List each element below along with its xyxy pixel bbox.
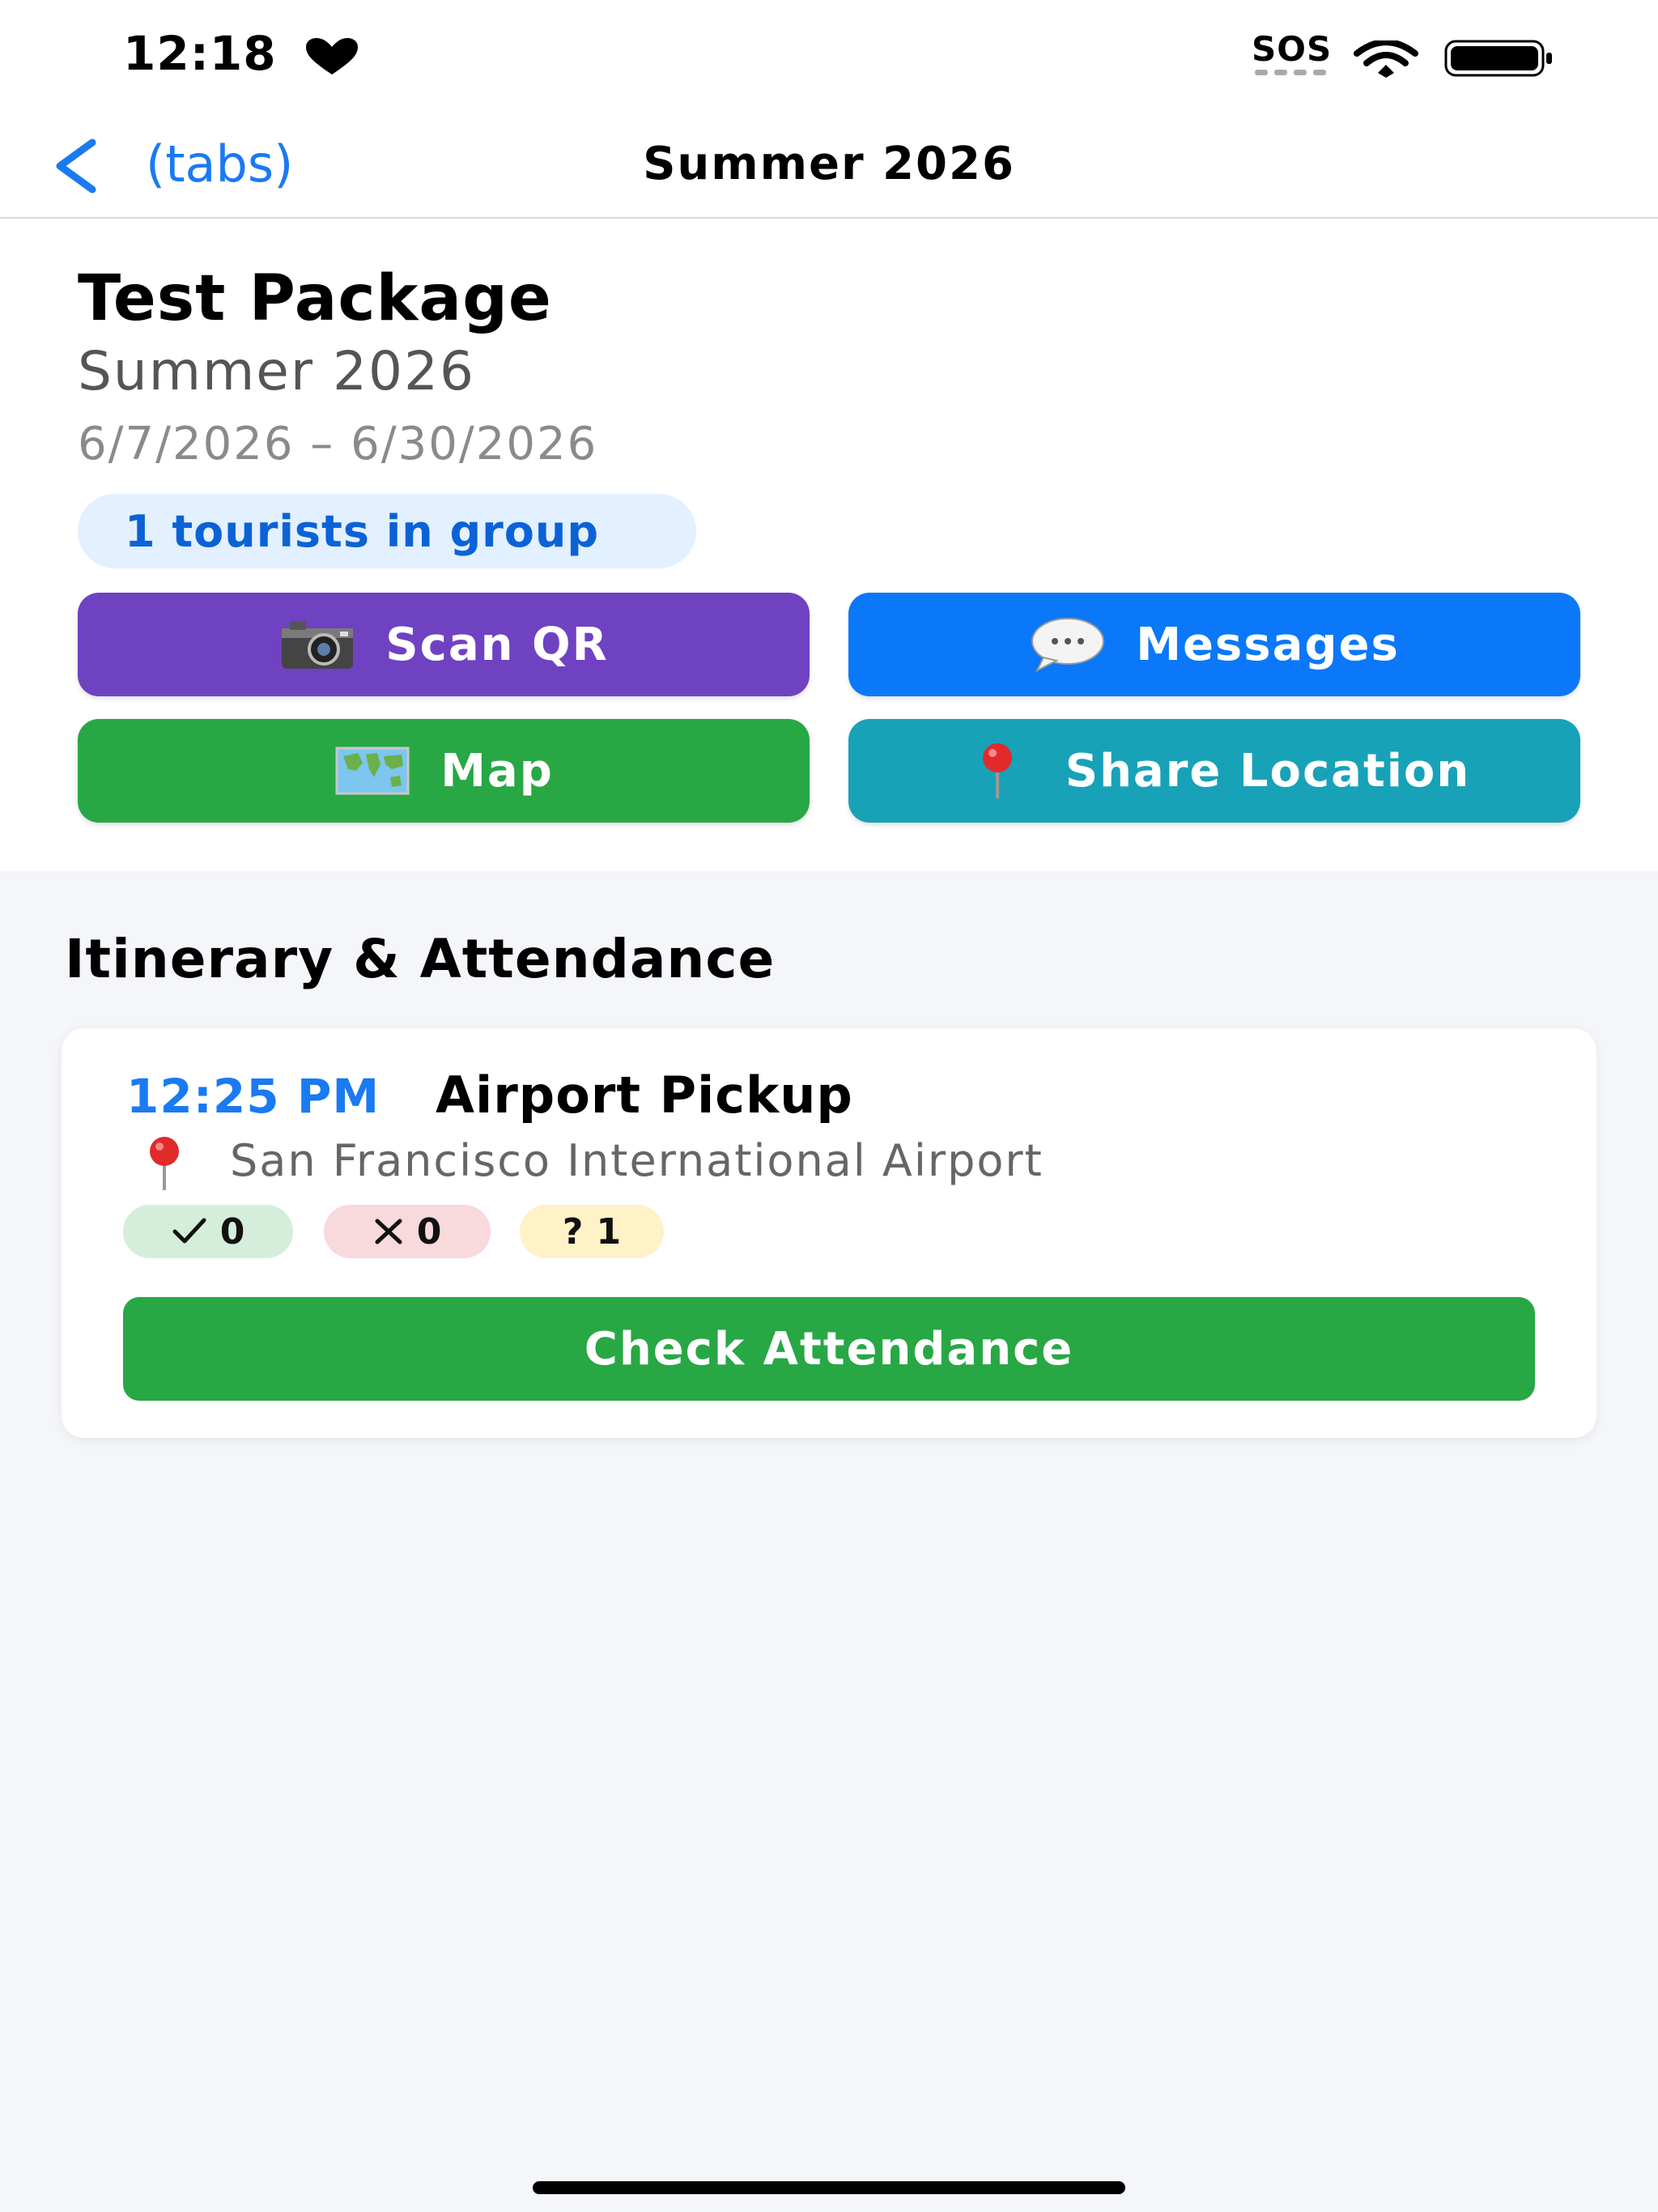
speech-bubble-icon [1031, 618, 1105, 673]
check-attendance-button[interactable]: Check Attendance [123, 1297, 1535, 1401]
home-indicator [533, 2181, 1125, 2194]
event-location: San Francisco International Airport [230, 1135, 1044, 1186]
itinerary-event-card: 12:25 PM Airport Pickup San Francisco In… [62, 1028, 1596, 1438]
map-label: Map [440, 744, 554, 798]
package-header: Test Package Summer 2026 6/7/2026 – 6/30… [0, 219, 1658, 871]
absent-count: 0 [416, 1210, 442, 1253]
share-location-label: Share Location [1065, 744, 1471, 798]
checkmark-icon [172, 1218, 206, 1244]
messages-label: Messages [1136, 618, 1400, 671]
present-count: 0 [219, 1210, 245, 1253]
camera-icon [282, 622, 354, 669]
world-map-icon [335, 747, 410, 795]
group-count-badge: 1 tourists in group [78, 494, 696, 568]
navigation-bar: Summer 2026 (tabs) [0, 113, 1658, 219]
unknown-count: 1 [596, 1210, 622, 1253]
scan-qr-label: Scan QR [385, 618, 609, 671]
round-pushpin-icon [982, 743, 1012, 798]
status-time: 12:18 [123, 26, 277, 81]
back-button[interactable]: (tabs) [146, 134, 293, 194]
map-button[interactable]: Map [78, 719, 810, 823]
status-bar: 12:18 SOS [0, 0, 1658, 113]
back-chevron-icon[interactable] [49, 138, 105, 194]
absent-count-badge: 0 [324, 1205, 491, 1258]
package-title: Test Package [78, 262, 552, 335]
cross-icon [375, 1219, 402, 1244]
signal-dots [1255, 70, 1326, 75]
itinerary-section-title: Itinerary & Attendance [65, 928, 776, 990]
heart-icon [306, 38, 358, 74]
round-pushpin-icon [150, 1137, 179, 1190]
sos-indicator: SOS [1252, 29, 1333, 69]
event-name: Airport Pickup [436, 1066, 853, 1125]
event-time: 12:25 PM [126, 1069, 380, 1124]
scan-qr-button[interactable]: Scan QR [78, 593, 810, 696]
package-season: Summer 2026 [78, 340, 475, 402]
present-count-badge: 0 [123, 1205, 293, 1258]
package-dates: 6/7/2026 – 6/30/2026 [78, 418, 598, 470]
messages-button[interactable]: Messages [848, 593, 1580, 696]
wifi-icon [1354, 40, 1418, 78]
unknown-count-badge: ? 1 [520, 1205, 664, 1258]
share-location-button[interactable]: Share Location [848, 719, 1580, 823]
question-icon: ? [562, 1210, 584, 1253]
battery-icon [1444, 40, 1552, 77]
